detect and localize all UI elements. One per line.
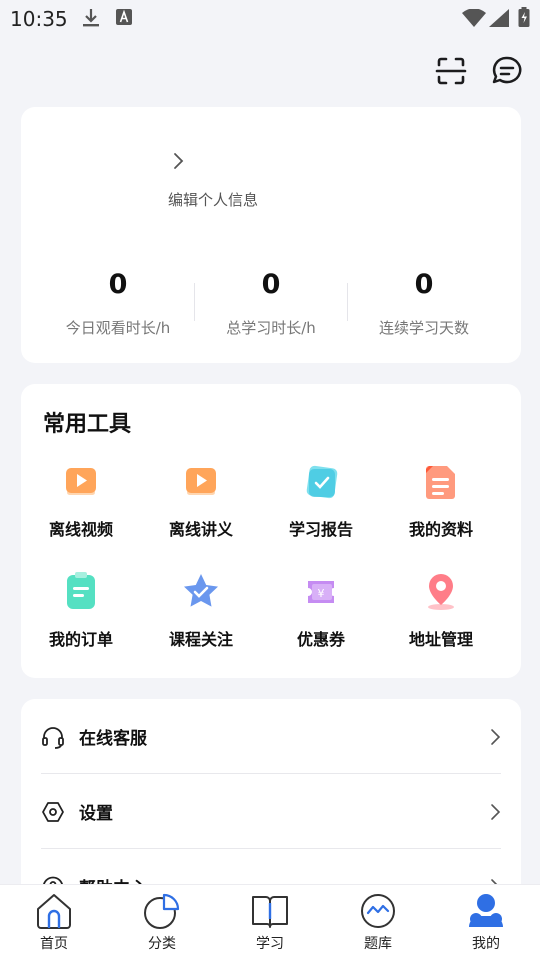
tool-coupon[interactable]: ¥ 优惠券 bbox=[261, 570, 381, 650]
messages-button[interactable] bbox=[490, 54, 524, 88]
headset-icon bbox=[42, 727, 64, 749]
tab-study[interactable]: 学习 bbox=[216, 891, 324, 953]
tab-home[interactable]: 首页 bbox=[0, 891, 108, 953]
tool-label: 离线讲义 bbox=[168, 520, 233, 539]
tab-question-bank[interactable]: 题库 bbox=[324, 891, 432, 953]
tab-profile[interactable]: 我的 bbox=[432, 891, 540, 953]
tool-label: 地址管理 bbox=[408, 630, 473, 649]
scan-icon bbox=[435, 57, 467, 85]
tab-label: 学习 bbox=[256, 936, 284, 952]
scan-button[interactable] bbox=[434, 54, 468, 88]
coupon-icon: ¥ bbox=[308, 581, 334, 603]
chat-bubble-icon bbox=[492, 56, 522, 84]
course-follow-icon bbox=[184, 574, 218, 607]
tab-label: 题库 bbox=[364, 936, 392, 952]
tool-label: 我的订单 bbox=[48, 630, 113, 649]
tab-label: 我的 bbox=[472, 936, 500, 952]
tool-label: 离线视频 bbox=[48, 520, 113, 539]
question-bank-icon bbox=[361, 894, 395, 928]
tab-category[interactable]: 分类 bbox=[108, 891, 216, 953]
profile-card: 编辑个人信息 0 今日观看时长/h 0 总学习时长/h 0 连续学习天数 bbox=[21, 107, 521, 363]
stat-label: 总学习时长/h bbox=[226, 319, 316, 337]
chevron-right-icon bbox=[491, 729, 501, 745]
stat-label: 连续学习天数 bbox=[378, 319, 469, 337]
menu-item-label: 设置 bbox=[79, 804, 113, 824]
tool-study-report[interactable]: 学习报告 bbox=[261, 460, 381, 540]
edit-profile-link[interactable]: 编辑个人信息 bbox=[168, 189, 258, 210]
tool-label: 学习报告 bbox=[288, 520, 353, 539]
wifi-icon bbox=[462, 9, 486, 27]
tools-title: 常用工具 bbox=[43, 412, 132, 437]
stat-label: 今日观看时长/h bbox=[65, 319, 171, 337]
my-orders-icon bbox=[67, 572, 95, 609]
my-materials-icon bbox=[426, 466, 455, 499]
stat-streak-days: 0 连续学习天数 bbox=[341, 267, 507, 338]
menu-item-label: 在线客服 bbox=[79, 729, 147, 749]
tool-label: 课程关注 bbox=[168, 630, 233, 649]
stat-value: 0 bbox=[414, 269, 434, 300]
battery-charging-icon bbox=[518, 7, 530, 27]
offline-video-icon bbox=[66, 468, 96, 495]
address-icon bbox=[428, 574, 454, 610]
keyboard-a-icon bbox=[116, 9, 132, 25]
cellular-signal-icon bbox=[489, 9, 509, 27]
tool-offline-handout[interactable]: 离线讲义 bbox=[141, 460, 261, 540]
status-bar: 10:35 bbox=[0, 0, 540, 36]
bottom-tab-bar: 首页 分类 学习 题库 我的 bbox=[0, 884, 540, 960]
tools-card: 常用工具 离线视频 离线讲义 学习报告 我的资料 我的订单 课程关注 ¥ 优惠券… bbox=[21, 384, 521, 678]
tool-course-follow[interactable]: 课程关注 bbox=[141, 570, 261, 650]
profile-icon bbox=[469, 894, 503, 927]
stat-value: 0 bbox=[108, 269, 128, 300]
status-time: 10:35 bbox=[10, 7, 68, 31]
stat-total-study: 0 总学习时长/h bbox=[188, 267, 354, 338]
study-report-icon bbox=[306, 465, 338, 499]
category-icon bbox=[144, 893, 180, 929]
study-icon bbox=[252, 896, 288, 928]
tool-label: 我的资料 bbox=[408, 520, 473, 539]
tab-label: 分类 bbox=[148, 936, 176, 952]
download-icon bbox=[83, 9, 99, 27]
tool-my-orders[interactable]: 我的订单 bbox=[21, 570, 141, 650]
tool-label: 优惠券 bbox=[296, 630, 345, 649]
profile-chevron-icon[interactable] bbox=[171, 151, 185, 171]
home-icon bbox=[37, 894, 71, 929]
tool-offline-video[interactable]: 离线视频 bbox=[21, 460, 141, 540]
stat-today-watch: 0 今日观看时长/h bbox=[35, 267, 201, 338]
menu-item-settings[interactable]: 设置 bbox=[21, 774, 521, 849]
offline-handout-icon bbox=[186, 468, 216, 495]
tab-label: 首页 bbox=[40, 936, 68, 952]
stat-value: 0 bbox=[261, 269, 281, 300]
tool-address[interactable]: 地址管理 bbox=[381, 570, 501, 650]
settings-icon bbox=[42, 802, 64, 822]
menu-item-online-service[interactable]: 在线客服 bbox=[21, 699, 521, 774]
svg-text:¥: ¥ bbox=[318, 587, 325, 600]
menu-card: 在线客服 设置 帮助中心 bbox=[21, 699, 521, 899]
chevron-right-icon bbox=[491, 804, 501, 820]
tool-my-materials[interactable]: 我的资料 bbox=[381, 460, 501, 540]
